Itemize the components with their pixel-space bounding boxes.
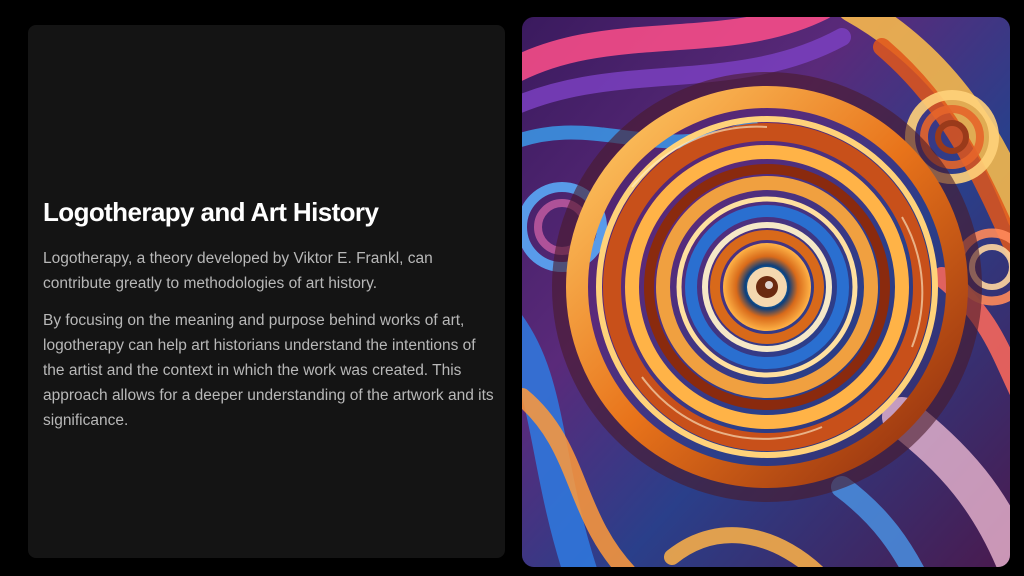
paragraph-detail: By focusing on the meaning and purpose b…	[43, 312, 494, 429]
abstract-swirl-artwork	[522, 17, 1010, 567]
slide-title: Logotherapy and Art History	[43, 197, 379, 227]
paragraph-intro: Logotherapy, a theory developed by Vikto…	[43, 250, 433, 292]
text-panel: Logotherapy and Art History Logotherapy,…	[28, 25, 505, 558]
presentation-slide: Logotherapy and Art History Logotherapy,…	[0, 0, 1024, 576]
